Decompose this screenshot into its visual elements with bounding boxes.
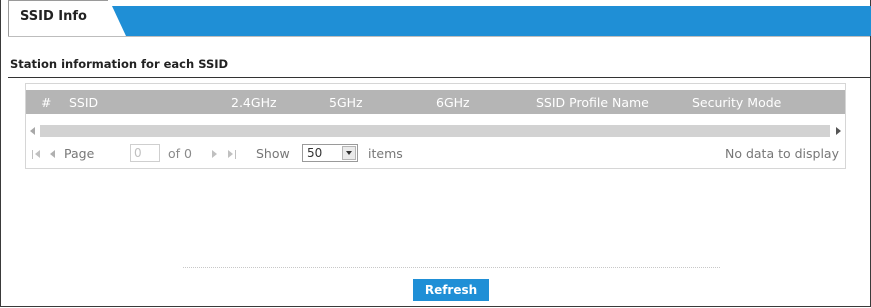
chevron-down-icon[interactable] (342, 146, 356, 160)
grid-header: # SSID 2.4GHz 5GHz 6GHz SSID Profile Nam… (26, 90, 845, 114)
show-label: Show (256, 146, 290, 161)
last-page-icon[interactable] (228, 148, 238, 160)
column-header-security-mode[interactable]: Security Mode (692, 95, 781, 110)
column-header-index[interactable]: # (41, 95, 51, 110)
next-page-icon[interactable] (212, 150, 217, 158)
items-label: items (368, 146, 403, 161)
column-header-ssid-profile-name[interactable]: SSID Profile Name (536, 95, 649, 110)
page-size-value: 50 (307, 146, 323, 160)
refresh-button[interactable]: Refresh (413, 279, 489, 301)
section-title: Station information for each SSID (10, 57, 229, 71)
station-grid: # SSID 2.4GHz 5GHz 6GHz SSID Profile Nam… (25, 83, 846, 169)
tab-ssid-info[interactable]: SSID Info (8, 0, 108, 36)
page-number-input[interactable] (130, 144, 160, 162)
section-divider (8, 77, 870, 78)
horizontal-scrollbar[interactable] (26, 124, 845, 138)
first-page-icon[interactable] (32, 148, 42, 160)
page-label: Page (64, 146, 95, 161)
page-count-label: of 0 (168, 146, 192, 161)
tab-bar: SSID Info (0, 0, 871, 36)
page-size-select[interactable]: 50 (302, 144, 358, 162)
column-header-2-4ghz[interactable]: 2.4GHz (231, 95, 277, 110)
column-header-ssid[interactable]: SSID (69, 95, 98, 110)
column-header-6ghz[interactable]: 6GHz (436, 95, 470, 110)
tab-bar-background (112, 6, 871, 36)
scroll-left-icon[interactable] (30, 127, 35, 135)
tab-underline (8, 36, 870, 37)
column-header-5ghz[interactable]: 5GHz (329, 95, 363, 110)
tab-ssid-info-label: SSID Info (20, 9, 87, 24)
previous-page-icon[interactable] (50, 150, 55, 158)
empty-message: No data to display (724, 146, 839, 161)
scroll-right-icon[interactable] (836, 127, 841, 135)
pagination-bar: Page of 0 Show 50 items No data to displ… (26, 144, 845, 166)
dotted-divider (183, 267, 720, 268)
scrollbar-track[interactable] (40, 125, 830, 137)
